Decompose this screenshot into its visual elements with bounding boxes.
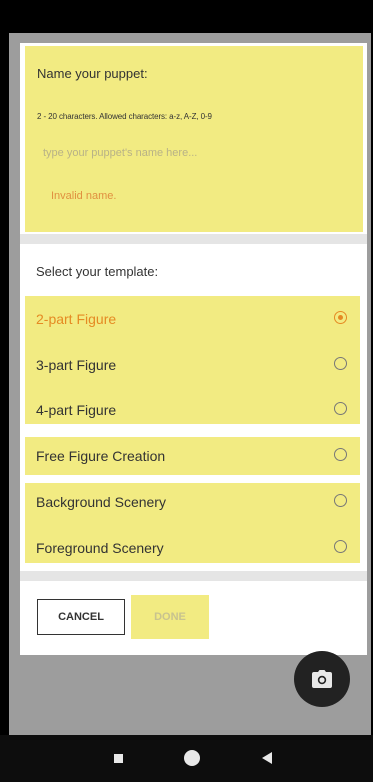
back-triangle-icon[interactable] — [262, 752, 272, 764]
template-option-foreground[interactable]: Foreground Scenery — [25, 529, 360, 569]
cancel-button[interactable]: CANCEL — [37, 599, 125, 635]
name-hint: 2 - 20 characters. Allowed characters: a… — [37, 112, 212, 121]
name-title: Name your puppet: — [37, 66, 148, 81]
template-option-3-part[interactable]: 3-part Figure — [25, 346, 360, 386]
actions-divider — [20, 571, 367, 581]
option-label: 4-part Figure — [36, 402, 117, 418]
option-label: 2-part Figure — [36, 311, 117, 327]
radio-icon[interactable] — [334, 448, 347, 461]
camera-button[interactable] — [294, 651, 350, 707]
option-label: 3-part Figure — [36, 357, 117, 373]
template-title: Select your template: — [36, 264, 159, 279]
done-button[interactable]: DONE — [131, 595, 209, 639]
square-icon[interactable] — [114, 754, 123, 763]
option-label: Background Scenery — [36, 494, 166, 510]
radio-icon[interactable] — [334, 494, 347, 507]
radio-selected-icon[interactable] — [334, 311, 347, 324]
section-divider — [20, 234, 367, 244]
template-option-4-part[interactable]: 4-part Figure — [25, 391, 360, 431]
circle-icon[interactable] — [184, 750, 200, 766]
status-bar — [0, 0, 373, 33]
puppet-name-input[interactable] — [43, 140, 343, 166]
name-error: Invalid name. — [51, 190, 117, 202]
camera-icon — [312, 670, 332, 688]
template-option-background[interactable]: Background Scenery — [25, 483, 360, 523]
radio-icon[interactable] — [334, 402, 347, 415]
option-label: Free Figure Creation — [36, 448, 166, 464]
radio-icon[interactable] — [334, 540, 347, 553]
option-label: Foreground Scenery — [36, 540, 164, 556]
radio-icon[interactable] — [334, 357, 347, 370]
name-section: Name your puppet: 2 - 20 characters. All… — [25, 46, 363, 232]
template-option-free-figure[interactable]: Free Figure Creation — [25, 437, 360, 477]
template-option-2-part[interactable]: 2-part Figure — [25, 300, 360, 340]
